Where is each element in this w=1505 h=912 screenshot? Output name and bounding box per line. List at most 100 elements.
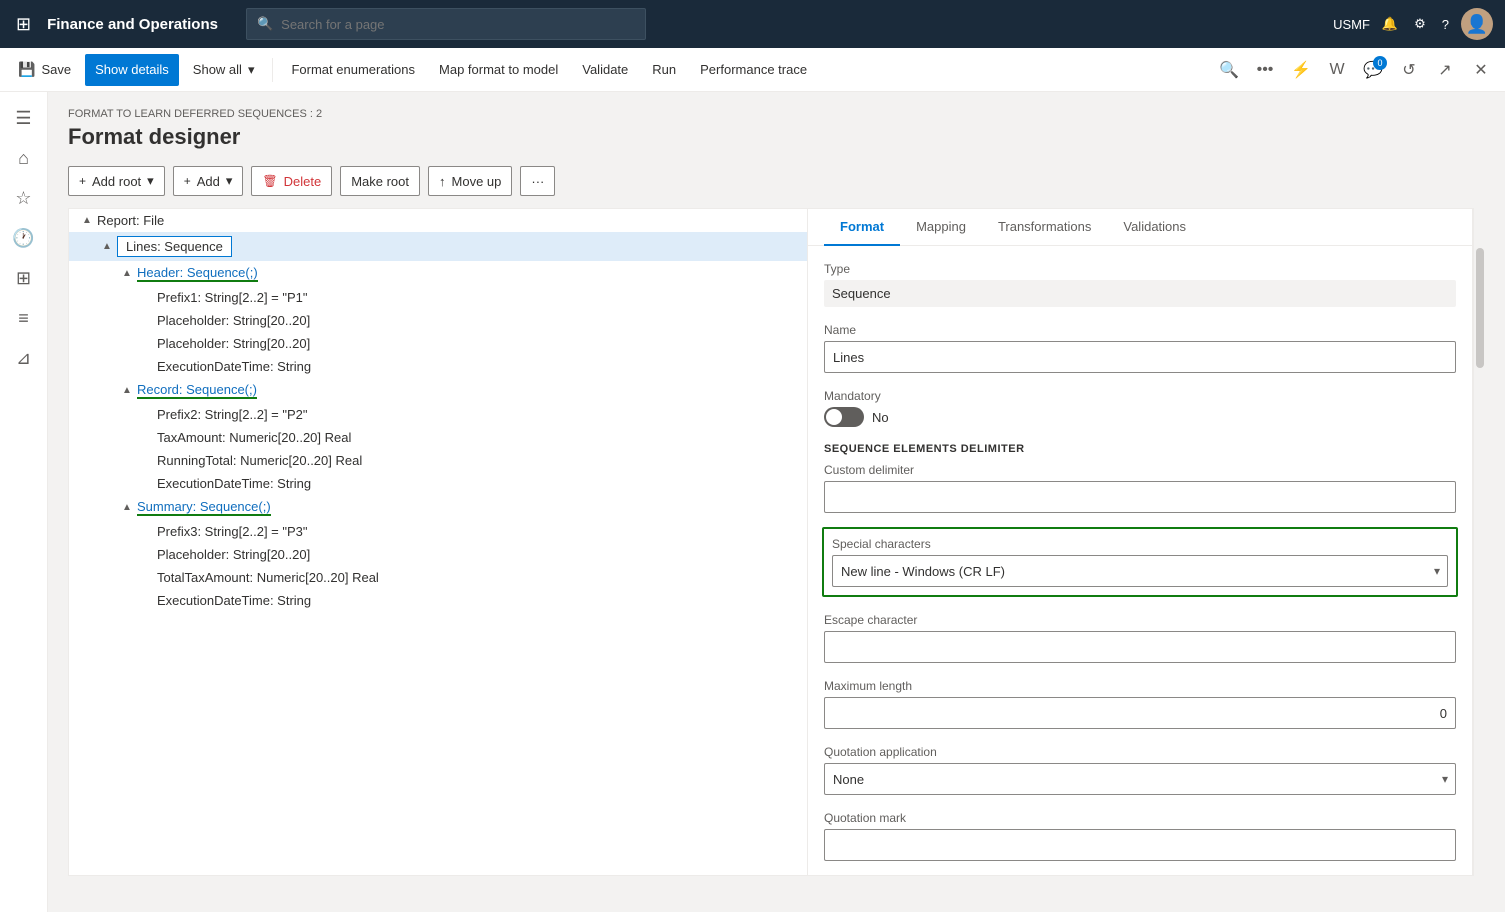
type-field: Type Sequence xyxy=(824,262,1456,307)
max-length-input[interactable] xyxy=(824,697,1456,729)
quotation-mark-label: Quotation mark xyxy=(824,811,1456,825)
more-command-icon[interactable]: ••• xyxy=(1249,54,1281,86)
move-up-button[interactable]: ↑ Move up xyxy=(428,166,512,196)
search-command-icon[interactable]: 🔍 xyxy=(1213,54,1245,86)
map-format-button[interactable]: Map format to model xyxy=(429,54,568,86)
tab-mapping[interactable]: Mapping xyxy=(900,209,982,246)
tree-item-totaltaxamount[interactable]: TotalTaxAmount: Numeric[20..20] Real xyxy=(69,566,807,589)
sidebar-modules-icon[interactable]: ≡ xyxy=(6,300,42,336)
sidebar-menu-icon[interactable]: ☰ xyxy=(6,100,42,136)
make-root-button[interactable]: Make root xyxy=(340,166,420,196)
tree-item-execdatetime2[interactable]: ExecutionDateTime: String xyxy=(69,472,807,495)
sidebar-filter-icon[interactable]: ⊿ xyxy=(6,340,42,376)
tree-item-prefix2[interactable]: Prefix2: String[2..2] = "P2" xyxy=(69,403,807,426)
tree-item-prefix3[interactable]: Prefix3: String[2..2] = "P3" xyxy=(69,520,807,543)
help-icon[interactable]: ? xyxy=(1438,13,1453,36)
mandatory-label: Mandatory xyxy=(824,389,1456,403)
search-input[interactable] xyxy=(281,17,635,32)
tree-item-placeholder3[interactable]: Placeholder: String[20..20] xyxy=(69,543,807,566)
tree-item-placeholder1[interactable]: Placeholder: String[20..20] xyxy=(69,309,807,332)
add-button[interactable]: + Add ▾ xyxy=(173,166,244,196)
tree-label-execdatetime3: ExecutionDateTime: String xyxy=(157,593,311,608)
special-characters-select-wrapper: New line - Windows (CR LF) New line - Un… xyxy=(832,555,1448,587)
tab-transformations[interactable]: Transformations xyxy=(982,209,1107,246)
delete-button[interactable]: 🗑 Delete xyxy=(251,166,332,196)
show-all-chevron-icon: ▾ xyxy=(248,62,255,78)
user-avatar[interactable]: 👤 xyxy=(1461,8,1493,40)
show-all-button[interactable]: Show all ▾ xyxy=(183,54,265,86)
close-icon[interactable]: ✕ xyxy=(1465,54,1497,86)
right-scrollbar[interactable] xyxy=(1473,208,1485,876)
designer-area: ▲ Report: File ▲ Lines: Sequence ▲ Heade… xyxy=(68,208,1485,876)
tab-format[interactable]: Format xyxy=(824,209,900,246)
show-details-button[interactable]: Show details xyxy=(85,54,179,86)
tree-label-execdatetime2: ExecutionDateTime: String xyxy=(157,476,311,491)
name-input[interactable] xyxy=(824,341,1456,373)
power-icon[interactable]: ⚡ xyxy=(1285,54,1317,86)
tree-item-runningtotal[interactable]: RunningTotal: Numeric[20..20] Real xyxy=(69,449,807,472)
word-icon[interactable]: W xyxy=(1321,54,1353,86)
mandatory-field: Mandatory No xyxy=(824,389,1456,427)
quotation-app-select[interactable]: None Always When needed xyxy=(824,763,1456,795)
toggle-thumb xyxy=(826,409,842,425)
tree-item-header[interactable]: ▲ Header: Sequence(;) xyxy=(69,261,807,286)
add-root-chevron-icon: ▾ xyxy=(147,173,154,189)
escape-character-input[interactable] xyxy=(824,631,1456,663)
add-root-button[interactable]: + Add root ▾ xyxy=(68,166,165,196)
escape-character-field: Escape character xyxy=(824,613,1456,663)
tree-item-prefix1[interactable]: Prefix1: String[2..2] = "P1" xyxy=(69,286,807,309)
tree-item-lines[interactable]: ▲ Lines: Sequence xyxy=(69,232,807,261)
sidebar-recent-icon[interactable]: 🕐 xyxy=(6,220,42,256)
app-grid-icon[interactable]: ⊞ xyxy=(12,10,35,39)
tree-label-totaltaxamount: TotalTaxAmount: Numeric[20..20] Real xyxy=(157,570,379,585)
sidebar-favorites-icon[interactable]: ☆ xyxy=(6,180,42,216)
tree-item-execdatetime1[interactable]: ExecutionDateTime: String xyxy=(69,355,807,378)
custom-delimiter-input[interactable] xyxy=(824,481,1456,513)
custom-delimiter-field: Custom delimiter xyxy=(824,463,1456,513)
tree-item-placeholder2[interactable]: Placeholder: String[20..20] xyxy=(69,332,807,355)
special-characters-select[interactable]: New line - Windows (CR LF) New line - Un… xyxy=(832,555,1448,587)
props-tabs: Format Mapping Transformations Validatio… xyxy=(808,209,1472,246)
custom-delimiter-label: Custom delimiter xyxy=(824,463,1456,477)
plus-icon: + xyxy=(79,174,86,188)
tree-item-taxamount[interactable]: TaxAmount: Numeric[20..20] Real xyxy=(69,426,807,449)
top-nav-right: USMF 🔔 ⚙ ? 👤 xyxy=(1333,8,1493,40)
save-icon: 💾 xyxy=(18,61,35,78)
expand-icon[interactable]: ▲ xyxy=(117,385,137,396)
search-bar[interactable]: 🔍 xyxy=(246,8,646,40)
scrollbar-thumb[interactable] xyxy=(1476,248,1484,368)
bell-icon[interactable]: 🔔 xyxy=(1378,12,1402,36)
format-enumerations-button[interactable]: Format enumerations xyxy=(281,54,425,86)
tree-item-execdatetime3[interactable]: ExecutionDateTime: String xyxy=(69,589,807,612)
left-sidebar: ☰ ⌂ ☆ 🕐 ⊞ ≡ ⊿ xyxy=(0,92,48,912)
expand-icon[interactable]: ▲ xyxy=(117,502,137,513)
open-new-icon[interactable]: ↗ xyxy=(1429,54,1461,86)
sidebar-home-icon[interactable]: ⌂ xyxy=(6,140,42,176)
name-field: Name xyxy=(824,323,1456,373)
settings-icon[interactable]: ⚙ xyxy=(1410,12,1430,36)
mandatory-toggle-row: No xyxy=(824,407,1456,427)
tab-validations[interactable]: Validations xyxy=(1107,209,1202,246)
expand-icon[interactable]: ▲ xyxy=(77,215,97,226)
tree-item-report[interactable]: ▲ Report: File xyxy=(69,209,807,232)
more-options-button[interactable]: ··· xyxy=(520,166,555,196)
breadcrumb: FORMAT TO LEARN DEFERRED SEQUENCES : 2 xyxy=(68,108,1485,120)
refresh-icon[interactable]: ↺ xyxy=(1393,54,1425,86)
expand-icon[interactable]: ▲ xyxy=(97,241,117,252)
expand-icon[interactable]: ▲ xyxy=(117,268,137,279)
tree-item-summary[interactable]: ▲ Summary: Sequence(;) xyxy=(69,495,807,520)
quotation-mark-input[interactable] xyxy=(824,829,1456,861)
tree-item-record[interactable]: ▲ Record: Sequence(;) xyxy=(69,378,807,403)
escape-character-label: Escape character xyxy=(824,613,1456,627)
message-icon[interactable]: 💬 0 xyxy=(1357,54,1389,86)
sidebar-workspaces-icon[interactable]: ⊞ xyxy=(6,260,42,296)
validate-button[interactable]: Validate xyxy=(572,54,638,86)
mandatory-toggle[interactable] xyxy=(824,407,864,427)
command-bar: 💾 Save Show details Show all ▾ Format en… xyxy=(0,48,1505,92)
save-button[interactable]: 💾 Save xyxy=(8,54,81,86)
run-button[interactable]: Run xyxy=(642,54,686,86)
quotation-app-select-wrapper: None Always When needed ▾ xyxy=(824,763,1456,795)
message-badge: 0 xyxy=(1373,56,1387,70)
tree-label-prefix3: Prefix3: String[2..2] = "P3" xyxy=(157,524,308,539)
performance-trace-button[interactable]: Performance trace xyxy=(690,54,817,86)
